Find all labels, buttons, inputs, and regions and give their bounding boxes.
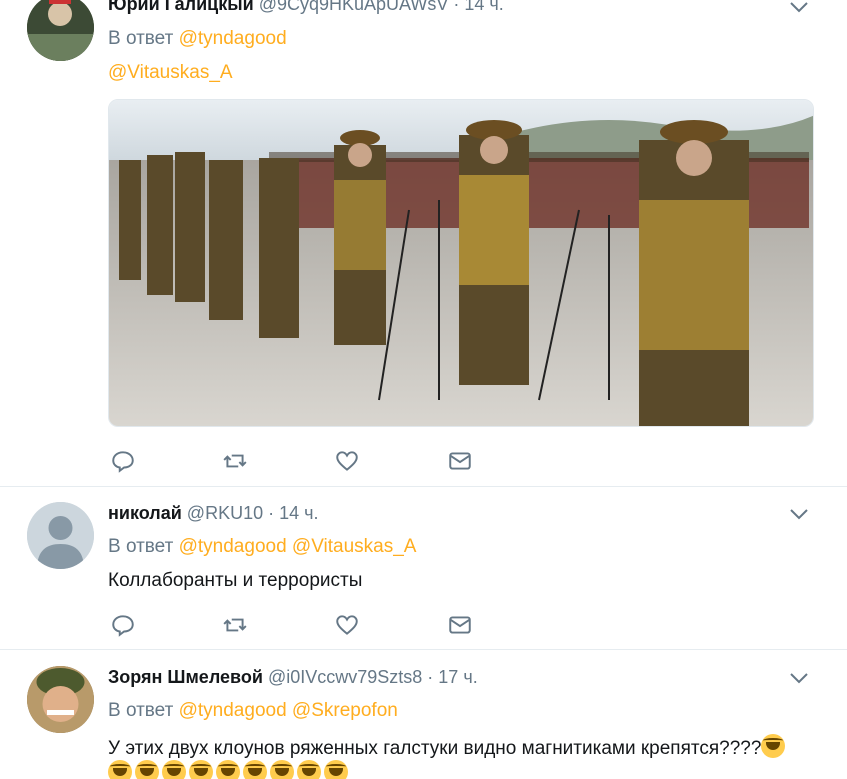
- separator: ·: [427, 667, 434, 687]
- tweet-text: У этих двух клоунов ряженных галстуки ви…: [108, 734, 788, 760]
- display-name[interactable]: Юрий Галицкый: [108, 0, 254, 14]
- mention-link[interactable]: @tyndagood: [179, 28, 287, 49]
- retweet-icon[interactable]: [222, 612, 248, 638]
- display-name[interactable]: Зорян Шмелевой: [108, 667, 263, 687]
- timestamp[interactable]: 14 ч.: [279, 503, 318, 523]
- rofl-emoji-icon: [135, 760, 159, 779]
- chevron-down-icon[interactable]: [789, 0, 809, 14]
- tweet-text: Коллаборанты и террористы: [108, 570, 363, 591]
- separator: ·: [268, 503, 275, 523]
- timestamp[interactable]: 14 ч.: [464, 0, 503, 14]
- display-name[interactable]: николай: [108, 503, 182, 523]
- rofl-emoji-icon: [108, 760, 132, 779]
- user-handle[interactable]: @i0IVccwv79Szts8: [268, 667, 422, 687]
- timestamp[interactable]: 17 ч.: [438, 667, 477, 687]
- tweet[interactable]: Зорян Шмелевой @i0IVccwv79Szts8 · 17 ч. …: [0, 650, 847, 779]
- tweet-header: Зорян Шмелевой @i0IVccwv79Szts8 · 17 ч.: [108, 667, 478, 688]
- tweet-text: @Vitauskas_A: [108, 62, 233, 84]
- mention-link[interactable]: @Vitauskas_A: [108, 62, 233, 83]
- emoji-line: [108, 760, 351, 779]
- rofl-emoji-icon: [243, 760, 267, 779]
- avatar[interactable]: [27, 666, 94, 733]
- chevron-down-icon[interactable]: [789, 671, 809, 685]
- tweet[interactable]: николай @RKU10 · 14 ч. В ответ @tyndagoo…: [0, 487, 847, 650]
- mention-link[interactable]: @tyndagood @Skrepofon: [179, 700, 398, 721]
- rofl-emoji-icon: [216, 760, 240, 779]
- rofl-emoji-icon: [189, 760, 213, 779]
- rofl-emoji-icon: [761, 734, 786, 758]
- user-handle[interactable]: @9Cyq9HKuApUAWsV: [259, 0, 449, 14]
- avatar[interactable]: [27, 0, 94, 61]
- reply-context: В ответ @tyndagood @Vitauskas_A: [108, 536, 417, 557]
- tweet-header: николай @RKU10 · 14 ч.: [108, 503, 319, 524]
- envelope-icon[interactable]: [447, 448, 473, 474]
- heart-icon[interactable]: [334, 612, 360, 638]
- rofl-emoji-icon: [297, 760, 321, 779]
- tweet-header: Юрий Галицкый @9Cyq9HKuApUAWsV · 14 ч.: [108, 0, 504, 15]
- user-handle[interactable]: @RKU10: [187, 503, 263, 523]
- rofl-emoji-icon: [270, 760, 294, 779]
- reply-icon[interactable]: [110, 448, 136, 474]
- heart-icon[interactable]: [334, 448, 360, 474]
- tweet-photo[interactable]: [108, 99, 814, 427]
- reply-context: В ответ @tyndagood @Skrepofon: [108, 700, 398, 721]
- rofl-emoji-icon: [324, 760, 348, 779]
- tweet[interactable]: Юрий Галицкый @9Cyq9HKuApUAWsV · 14 ч. В…: [0, 0, 847, 487]
- rofl-emoji-icon: [162, 760, 186, 779]
- reply-icon[interactable]: [110, 612, 136, 638]
- reply-context: В ответ @tyndagood: [108, 28, 287, 49]
- avatar[interactable]: [27, 502, 94, 569]
- separator: ·: [453, 0, 460, 14]
- envelope-icon[interactable]: [447, 612, 473, 638]
- retweet-icon[interactable]: [222, 448, 248, 474]
- mention-link[interactable]: @tyndagood @Vitauskas_A: [179, 536, 417, 557]
- chevron-down-icon[interactable]: [789, 507, 809, 521]
